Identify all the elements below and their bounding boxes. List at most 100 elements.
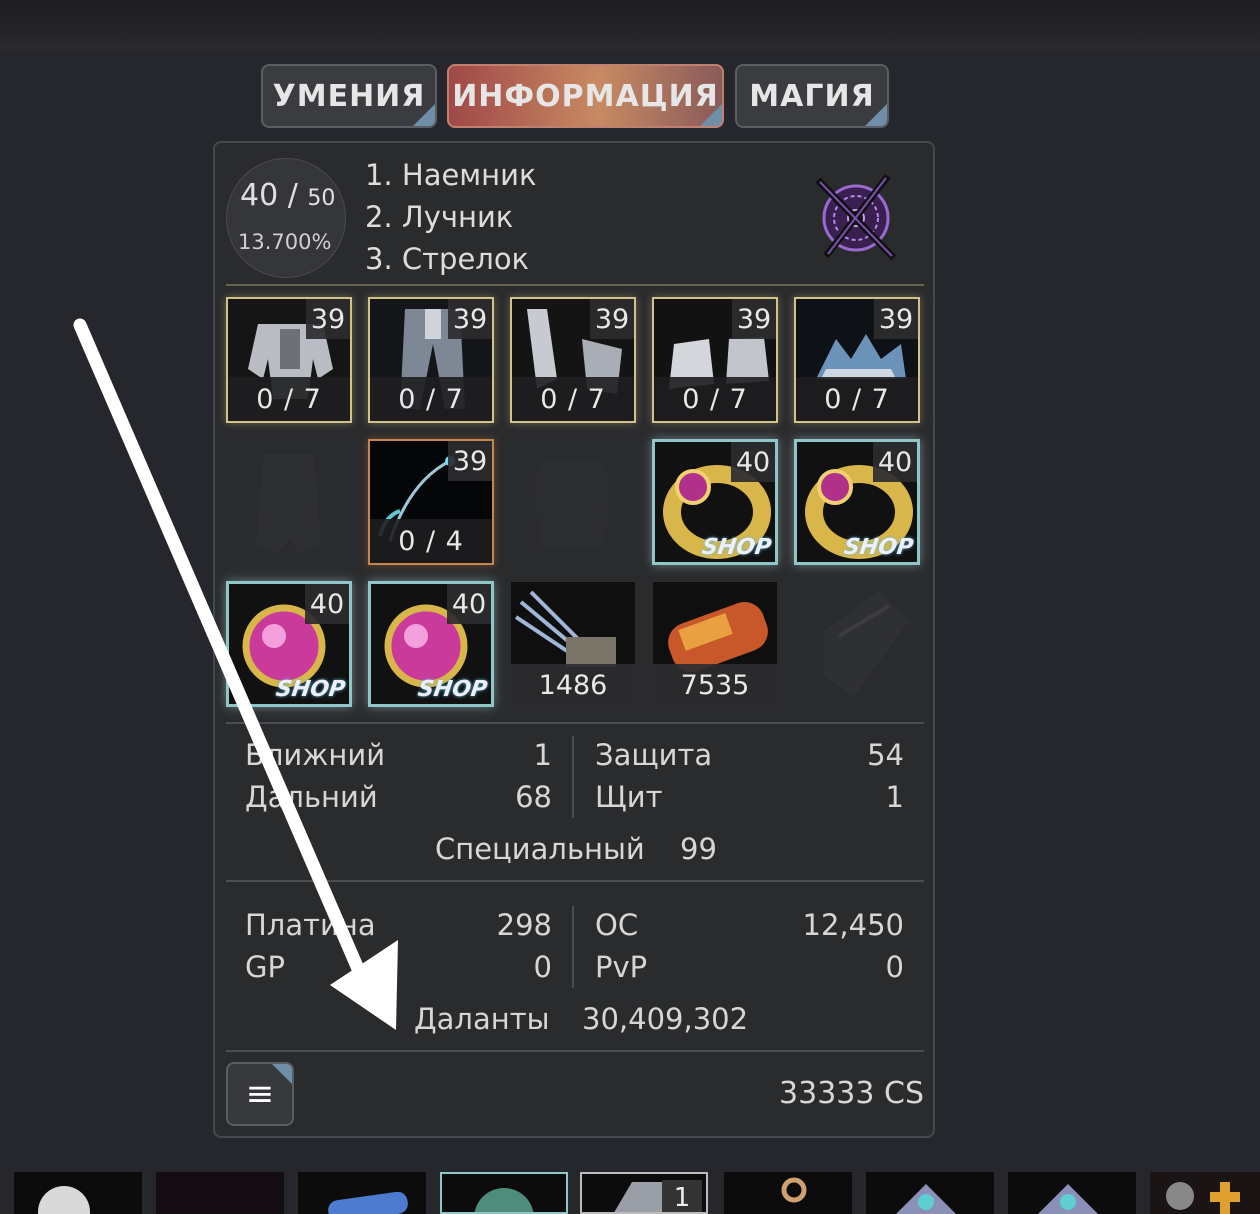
- tab-skills[interactable]: УМЕНИЯ: [261, 64, 437, 128]
- item-level: 39: [874, 299, 918, 339]
- special-value: 99: [680, 832, 717, 866]
- dalants-label: Даланты: [414, 1002, 550, 1036]
- ranged-label: Дальний: [245, 780, 378, 814]
- divider: [572, 906, 574, 988]
- melee-value: 1: [533, 738, 552, 772]
- cs-points: 33333 CS: [779, 1076, 924, 1111]
- item-level: 39: [590, 299, 634, 339]
- dalants-value: 30,409,302: [582, 1002, 749, 1036]
- melee-label: Ближний: [245, 738, 386, 772]
- inventory-slot[interactable]: [724, 1172, 852, 1214]
- equip-slot-gloves[interactable]: 39 0 / 7: [510, 297, 636, 423]
- item-count: 1: [662, 1180, 702, 1212]
- pvp-label: PvP: [595, 950, 648, 984]
- item-count: 7535: [653, 664, 777, 706]
- gp-label: GP: [245, 950, 285, 984]
- shield-label: Щит: [595, 780, 663, 814]
- crystal-item-icon: [1008, 1172, 1136, 1214]
- menu-button[interactable]: ≡: [226, 1062, 294, 1126]
- equip-slot-weapon[interactable]: 39 0 / 4: [368, 439, 494, 565]
- inventory-slot[interactable]: 1: [580, 1172, 708, 1214]
- equip-slot-costume[interactable]: [510, 439, 636, 565]
- inventory-slot[interactable]: [1150, 1172, 1260, 1214]
- shop-tag: SHOP: [416, 677, 489, 702]
- item-count: 1486: [511, 664, 635, 706]
- divider: [226, 284, 924, 286]
- item-level: 40: [731, 442, 775, 482]
- class-1: 1. Наемник: [365, 158, 537, 192]
- top-background: [0, 0, 1260, 52]
- equip-slot-cloak[interactable]: [226, 439, 352, 565]
- chain-item-icon: [724, 1172, 852, 1214]
- equip-slot-boots[interactable]: 39 0 / 7: [652, 297, 778, 423]
- item-level: 40: [873, 442, 917, 482]
- equip-slot-earring-2[interactable]: 40 SHOP: [368, 581, 494, 707]
- item-level: 40: [447, 584, 491, 624]
- empty-bracer-slot-icon: [824, 591, 909, 696]
- empty-costume-slot-icon: [535, 459, 610, 549]
- shop-tag: SHOP: [274, 677, 347, 702]
- inventory-slot[interactable]: [298, 1172, 426, 1214]
- class-3: 3. Стрелок: [365, 242, 530, 276]
- equip-slot-earring-1[interactable]: 40 SHOP: [226, 581, 352, 707]
- shop-tag: SHOP: [700, 535, 773, 560]
- item-level: 40: [305, 584, 349, 624]
- ranged-value: 68: [515, 780, 552, 814]
- potion-item-icon: [1150, 1172, 1260, 1214]
- special-label: Специальный: [435, 832, 645, 866]
- tab-magic-label: МАГИЯ: [749, 78, 875, 114]
- crystal-item-icon: [866, 1172, 994, 1214]
- inventory-slot[interactable]: [156, 1172, 284, 1214]
- gp-value: 0: [533, 950, 552, 984]
- upgrade-slots: 0 / 4: [370, 519, 492, 563]
- item-level: 39: [732, 299, 776, 339]
- blue-capsule-icon: [298, 1172, 426, 1214]
- class-emblem-icon: [815, 173, 897, 261]
- class-2: 2. Лучник: [365, 200, 514, 234]
- equip-slot-ring-2[interactable]: 40 SHOP: [794, 439, 920, 565]
- upgrade-slots: 0 / 7: [796, 377, 918, 421]
- hamburger-icon: ≡: [245, 1074, 275, 1114]
- upgrade-slots: 0 / 7: [654, 377, 776, 421]
- equip-slot-ring-1[interactable]: 40 SHOP: [652, 439, 778, 565]
- divider: [226, 880, 924, 882]
- equip-slot-bracer[interactable]: [794, 581, 920, 707]
- equip-slot-helmet[interactable]: 39 0 / 7: [794, 297, 920, 423]
- platinum-value: 298: [496, 908, 552, 942]
- shield-value: 1: [885, 780, 904, 814]
- skull-item-icon: [14, 1172, 142, 1214]
- oc-value: 12,450: [802, 908, 904, 942]
- green-orb-icon: [442, 1174, 566, 1212]
- equip-slot-legs[interactable]: 39 0 / 7: [368, 297, 494, 423]
- tab-info-label: ИНФОРМАЦИЯ: [452, 78, 719, 114]
- inventory-slot[interactable]: [14, 1172, 142, 1214]
- equip-slot-fuel[interactable]: 7535: [652, 581, 778, 707]
- divider: [226, 1050, 924, 1052]
- pvp-value: 0: [885, 950, 904, 984]
- divider: [226, 722, 924, 724]
- inventory-slot[interactable]: [440, 1172, 568, 1214]
- tab-skills-label: УМЕНИЯ: [272, 78, 426, 114]
- item-level: 39: [448, 299, 492, 339]
- shop-tag: SHOP: [842, 535, 915, 560]
- defense-label: Защита: [595, 738, 713, 772]
- oc-label: ОС: [595, 908, 639, 942]
- level-percent: 13.700%: [238, 230, 332, 254]
- item-level: 39: [448, 441, 492, 481]
- item-level: 39: [306, 299, 350, 339]
- upgrade-slots: 0 / 7: [512, 377, 634, 421]
- tab-magic[interactable]: МАГИЯ: [735, 64, 889, 128]
- level-circle: [226, 158, 346, 278]
- tab-info[interactable]: ИНФОРМАЦИЯ: [447, 64, 724, 128]
- level-value: 40 / 50: [240, 178, 336, 213]
- divider: [572, 736, 574, 818]
- inventory-slot[interactable]: [1008, 1172, 1136, 1214]
- equip-slot-ammo[interactable]: 1486: [510, 581, 636, 707]
- upgrade-slots: 0 / 7: [228, 377, 350, 421]
- platinum-label: Платина: [245, 908, 376, 942]
- defense-value: 54: [867, 738, 904, 772]
- upgrade-slots: 0 / 7: [370, 377, 492, 421]
- equip-slot-chest[interactable]: 39 0 / 7: [226, 297, 352, 423]
- inventory-slot[interactable]: [866, 1172, 994, 1214]
- empty-cloak-slot-icon: [256, 454, 321, 554]
